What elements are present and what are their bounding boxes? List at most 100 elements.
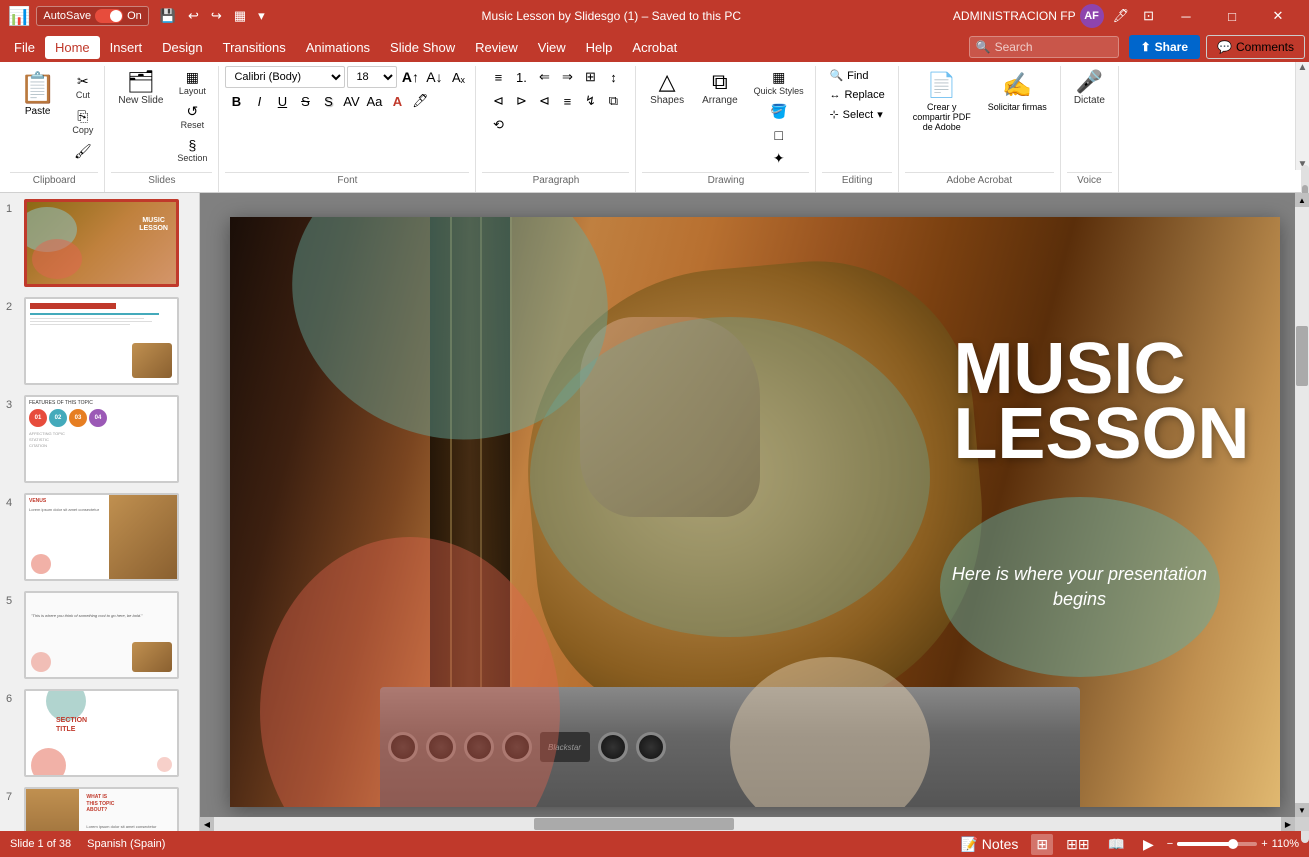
undo-button[interactable]: ↩ <box>183 5 204 27</box>
line-spacing-button[interactable]: ↕ <box>602 66 624 88</box>
slide-main-title-line1[interactable]: MUSIC <box>953 337 1249 402</box>
shadow-button[interactable]: S <box>317 90 339 112</box>
autosave-pill[interactable]: AutoSave On <box>36 6 148 26</box>
highlight-button[interactable]: 🖊 <box>409 90 431 112</box>
slide-thumbnail-2[interactable] <box>24 297 179 385</box>
restore-button[interactable]: ⊡ <box>1138 5 1159 27</box>
slide-thumbnail-7[interactable]: WHAT ISTHIS TOPICABOUT? Lorem ipsum dolo… <box>24 787 179 831</box>
smartart-button[interactable]: ⧉ <box>602 90 624 112</box>
scroll-v-track[interactable] <box>1295 207 1309 803</box>
shape-fill-button[interactable]: 🪣 <box>749 100 809 123</box>
avatar[interactable]: AF <box>1080 4 1104 28</box>
spacing-button[interactable]: AV <box>340 90 362 112</box>
font-size-select[interactable]: 18 <box>347 66 397 88</box>
clear-format-button[interactable]: Aₓ <box>447 66 469 88</box>
search-input[interactable] <box>995 40 1095 54</box>
font-grow-button[interactable]: A↑ <box>399 66 421 88</box>
normal-view-button[interactable]: ⊞ <box>1031 834 1053 855</box>
notes-button[interactable]: 📝 Notes <box>955 834 1023 855</box>
share-button[interactable]: ⬆ Share <box>1129 35 1200 59</box>
dictate-button[interactable]: 🎤 Dictate <box>1067 66 1112 111</box>
vertical-scrollbar[interactable]: ▲ ▼ <box>1295 193 1309 817</box>
menu-acrobat[interactable]: Acrobat <box>622 36 687 59</box>
menu-slideshow[interactable]: Slide Show <box>380 36 465 59</box>
canvas-area[interactable]: Blackstar MUSIC LESSON <box>200 193 1309 831</box>
menu-file[interactable]: File <box>4 36 45 59</box>
ribbon-scroll[interactable]: ▲ ▼ <box>1295 62 1309 170</box>
slide-thumbnail-6[interactable]: SECTIONTITLE <box>24 689 179 777</box>
reset-button[interactable]: ↺ Reset <box>172 100 212 133</box>
align-center-button[interactable]: ⊳ <box>510 90 532 112</box>
create-pdf-button[interactable]: 📄 Crear y compartir PDF de Adobe <box>905 66 979 137</box>
slide-thumb-1[interactable]: 1 MUSICLESSON <box>4 197 195 289</box>
align-right-button[interactable]: ⊲ <box>533 90 555 112</box>
options-button[interactable]: ▾ <box>253 5 270 27</box>
case-button[interactable]: Aa <box>363 90 385 112</box>
new-slide-button[interactable]: 🗂 New Slide <box>111 66 170 111</box>
shape-outline-button[interactable]: □ <box>749 124 809 146</box>
menu-view[interactable]: View <box>528 36 576 59</box>
shapes-button[interactable]: △ Shapes <box>643 66 691 111</box>
scroll-up-button[interactable]: ▲ <box>1295 193 1309 207</box>
font-family-select[interactable]: Calibri (Body) <box>225 66 345 88</box>
request-signatures-button[interactable]: ✍ Solicitar firmas <box>981 66 1054 117</box>
justify-button[interactable]: ≡ <box>556 90 578 112</box>
close-button[interactable]: ✕ <box>1255 0 1301 32</box>
slide-main-title-line2[interactable]: LESSON <box>953 402 1249 467</box>
columns-button[interactable]: ⊞ <box>579 66 601 88</box>
slide-thumb-4[interactable]: 4 VENUS Lorem ipsum dolor sit amet conse… <box>4 491 195 583</box>
color-button[interactable]: A <box>386 90 408 112</box>
present-button[interactable]: ▦ <box>229 5 251 27</box>
bold-button[interactable]: B <box>225 90 247 112</box>
slide-subtitle-bubble[interactable]: Here is where your presentation begins <box>940 497 1220 677</box>
slideshow-button[interactable]: ▶ <box>1138 834 1159 855</box>
menu-review[interactable]: Review <box>465 36 528 59</box>
increase-indent-button[interactable]: ⇒ <box>556 66 578 88</box>
menu-help[interactable]: Help <box>576 36 623 59</box>
section-button[interactable]: § Section <box>172 134 212 166</box>
align-left-button[interactable]: ⊲ <box>487 90 509 112</box>
autosave-toggle[interactable] <box>95 9 123 23</box>
scroll-h-thumb[interactable] <box>534 818 734 830</box>
slide-sorter-button[interactable]: ⊞⊞ <box>1061 834 1094 855</box>
slide-thumb-7[interactable]: 7 WHAT ISTHIS TOPICABOUT? Lorem ipsum do… <box>4 785 195 831</box>
comments-button[interactable]: 💬 Comments <box>1206 35 1305 59</box>
menu-animations[interactable]: Animations <box>296 36 380 59</box>
replace-button[interactable]: ↔ Replace <box>822 86 891 104</box>
number-list-button[interactable]: 1. <box>510 66 532 88</box>
slide-thumbnail-1[interactable]: MUSICLESSON <box>24 199 179 287</box>
slide-thumb-5[interactable]: 5 "This is where you think of something … <box>4 589 195 681</box>
menu-design[interactable]: Design <box>152 36 212 59</box>
format-painter-button[interactable]: 🖌 <box>67 140 98 163</box>
layout-button[interactable]: ▦ Layout <box>172 66 212 99</box>
redo-button[interactable]: ↪ <box>206 5 227 27</box>
search-box[interactable]: 🔍 <box>969 36 1119 58</box>
italic-button[interactable]: I <box>248 90 270 112</box>
zoom-bar[interactable] <box>1177 842 1257 846</box>
bullet-list-button[interactable]: ≡ <box>487 66 509 88</box>
menu-home[interactable]: Home <box>45 36 100 59</box>
slide-thumbnail-5[interactable]: "This is where you think of something co… <box>24 591 179 679</box>
scroll-down-button[interactable]: ▼ <box>1295 803 1309 817</box>
slide-thumbnail-3[interactable]: FEATURES OF THIS TOPIC 01 02 03 04 AFFEC… <box>24 395 179 483</box>
quick-styles-button[interactable]: ▦ Quick Styles <box>749 66 809 99</box>
scroll-v-thumb[interactable] <box>1296 326 1308 386</box>
menu-insert[interactable]: Insert <box>100 36 153 59</box>
zoom-slider[interactable]: − + 110% <box>1167 838 1299 850</box>
arrange-button[interactable]: ⧉ Arrange <box>695 66 745 111</box>
maximize-button[interactable]: □ <box>1209 0 1255 32</box>
copy-button[interactable]: ⎘ Copy <box>67 105 98 138</box>
slide-canvas[interactable]: Blackstar MUSIC LESSON <box>230 217 1280 807</box>
scroll-right-button[interactable]: ▶ <box>1281 817 1295 831</box>
zoom-in-icon[interactable]: + <box>1261 838 1267 850</box>
decrease-indent-button[interactable]: ⇐ <box>533 66 555 88</box>
slide-thumb-2[interactable]: 2 <box>4 295 195 387</box>
minimize-button[interactable]: ─ <box>1163 0 1209 32</box>
slide-thumb-6[interactable]: 6 SECTIONTITLE <box>4 687 195 779</box>
slide-thumb-3[interactable]: 3 FEATURES OF THIS TOPIC 01 02 03 04 AFF… <box>4 393 195 485</box>
scroll-h-track[interactable] <box>214 817 1281 831</box>
text-direction-button[interactable]: ↯ <box>579 90 601 112</box>
reading-view-button[interactable]: 📖 <box>1103 834 1130 855</box>
menu-transitions[interactable]: Transitions <box>213 36 296 59</box>
paste-button[interactable]: 📋 Paste <box>10 66 65 122</box>
